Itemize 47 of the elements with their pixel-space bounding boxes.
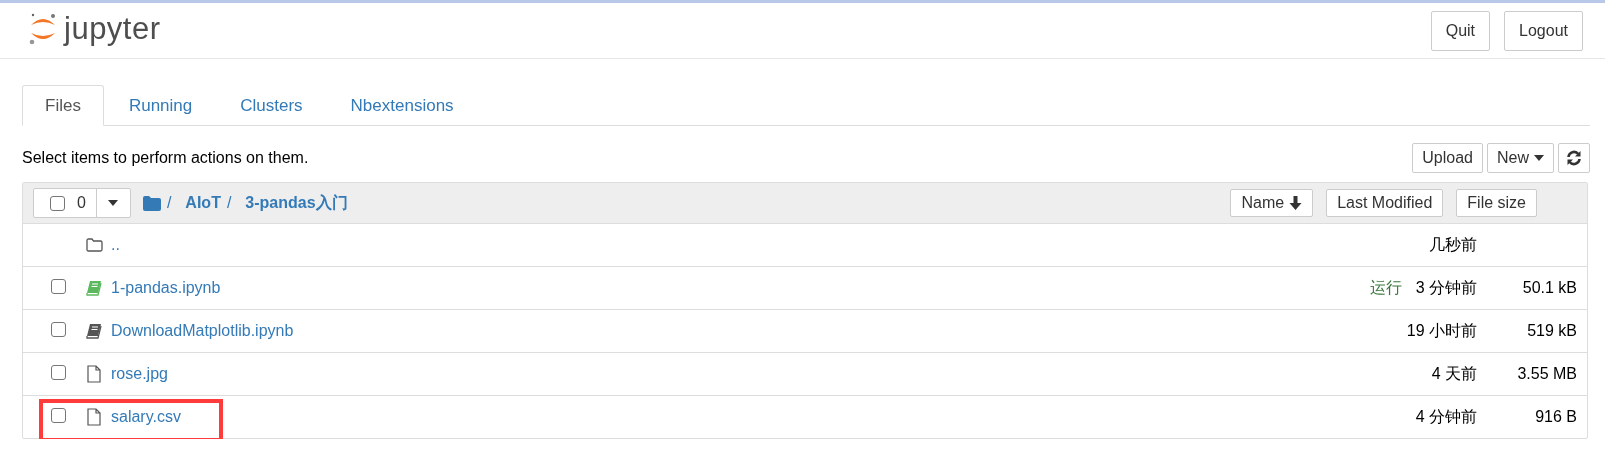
- tab[interactable]: Clusters: [217, 85, 326, 126]
- modified-time: 4 天前: [1430, 363, 1477, 384]
- caret-icon: [1534, 155, 1544, 161]
- sort-button[interactable]: File size: [1456, 189, 1537, 217]
- file-link[interactable]: ..: [111, 236, 120, 254]
- file-row[interactable]: DownloadMatplotlib.ipynb 19 小时前 519 kB: [23, 309, 1587, 352]
- file-link[interactable]: 1-pandas.ipynb: [111, 279, 221, 297]
- new-button[interactable]: New: [1487, 143, 1554, 173]
- checkbox[interactable]: [51, 321, 66, 337]
- tab[interactable]: Files: [22, 85, 104, 126]
- file-size: 3.55 MB: [1516, 365, 1577, 383]
- modified-time: 19 小时前: [1405, 320, 1477, 341]
- instruction-text: Select items to perform actions on them.: [22, 149, 309, 167]
- refresh-button[interactable]: [1558, 143, 1590, 173]
- file-row[interactable]: 1-pandas.ipynb 运行 3 分钟前 50.1 kB: [23, 266, 1587, 309]
- file-icon: [87, 408, 101, 426]
- modified-time: 4 分钟前: [1414, 406, 1477, 427]
- file-row[interactable]: rose.jpg 4 天前 3.55 MB: [23, 352, 1587, 395]
- tab[interactable]: Running: [105, 85, 216, 126]
- upload-button[interactable]: Upload: [1412, 143, 1483, 173]
- header-button[interactable]: Quit: [1430, 10, 1491, 51]
- checkbox[interactable]: [51, 364, 66, 380]
- path-separator: /: [226, 194, 232, 212]
- checkbox[interactable]: [51, 278, 66, 294]
- file-link[interactable]: salary.csv: [111, 408, 181, 426]
- modified-time: 几秒前: [1428, 234, 1477, 255]
- breadcrumb-link[interactable]: AIoT: [185, 194, 221, 212]
- refresh-icon: [1566, 150, 1582, 166]
- running-status: 运行: [1369, 277, 1402, 298]
- path-separator: /: [166, 194, 172, 212]
- header-button[interactable]: Logout: [1504, 10, 1583, 51]
- file-size: 519 kB: [1526, 322, 1577, 340]
- tab[interactable]: Nbextensions: [327, 85, 477, 126]
- file-link[interactable]: DownloadMatplotlib.ipynb: [111, 322, 294, 340]
- breadcrumb-link[interactable]: 3-pandas入门: [245, 192, 348, 214]
- modified-time: 3 分钟前: [1415, 277, 1477, 298]
- checkbox[interactable]: [51, 407, 66, 423]
- folder-icon[interactable]: [142, 195, 161, 211]
- file-icon: [87, 365, 101, 383]
- file-size: 50.1 kB: [1521, 279, 1577, 297]
- file-link[interactable]: rose.jpg: [111, 365, 168, 383]
- sort-button[interactable]: Last Modified: [1326, 189, 1444, 217]
- folder-icon: [85, 238, 103, 252]
- logo-text: jupyter: [64, 10, 161, 47]
- sort-button[interactable]: Name: [1230, 189, 1314, 217]
- arrow-down-icon: [1289, 196, 1303, 210]
- file-size: 916 B: [1534, 408, 1577, 426]
